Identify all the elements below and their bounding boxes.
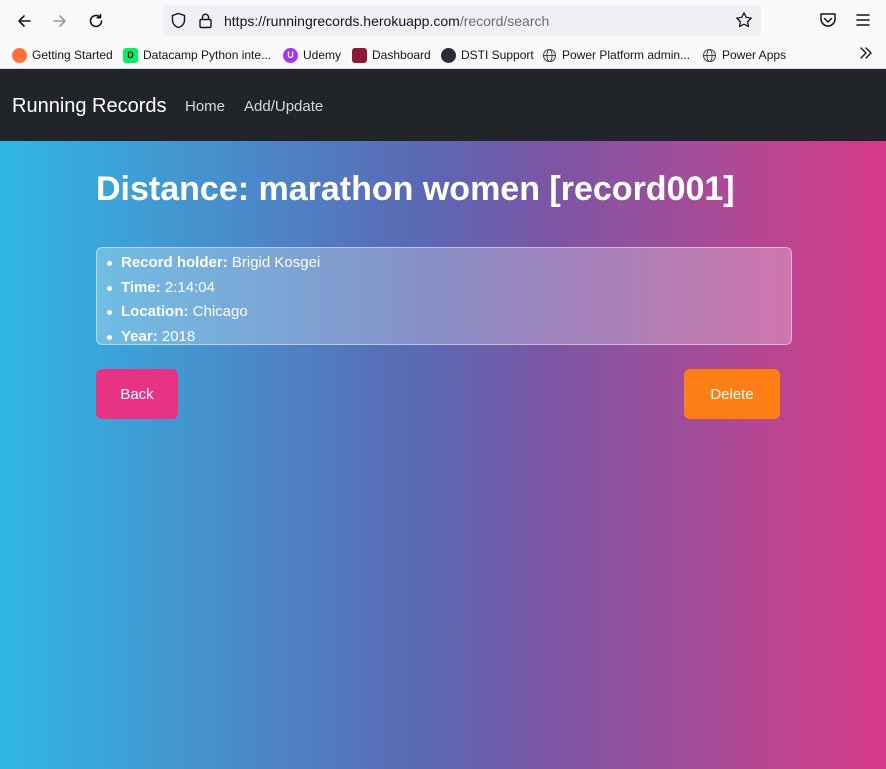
bookmark-label: Power Platform admin... (562, 48, 691, 62)
delete-button[interactable]: Delete (684, 369, 780, 419)
back-arrow-icon[interactable] (12, 9, 36, 33)
bookmark-power-apps[interactable]: Power Apps (702, 46, 786, 64)
bookmark-datacamp[interactable]: D Datacamp Python inte... (123, 46, 271, 64)
detail-value: 2:14:04 (164, 278, 215, 296)
bookmark-label: Udemy (303, 48, 342, 62)
nav-link-add-update[interactable]: Add/Update (244, 98, 323, 115)
pocket-icon[interactable] (818, 10, 838, 30)
record-details-list: Record holder: Brigid Kosgei Time: 2:14:… (97, 248, 791, 349)
main-content: Distance: marathon women [record001] Rec… (0, 141, 886, 769)
page-title: Distance: marathon women [record001] (96, 170, 735, 208)
lock-icon[interactable] (197, 12, 214, 29)
record-details-card: Record holder: Brigid Kosgei Time: 2:14:… (96, 247, 792, 345)
detail-value: 2018 (161, 327, 196, 345)
detail-label: Record holder: (121, 254, 228, 271)
globe-icon (702, 48, 717, 62)
browser-toolbar: https://runningrecords.herokuapp.com/rec… (0, 0, 886, 41)
forward-arrow-icon[interactable] (48, 9, 72, 33)
url-text: https://runningrecords.herokuapp.com/rec… (224, 13, 549, 29)
bookmark-dashboard[interactable]: Dashboard (352, 46, 431, 64)
detail-time: Time: 2:14:04 (107, 276, 791, 301)
detail-label: Year: (121, 327, 158, 345)
udemy-icon: U (283, 47, 298, 63)
bookmark-label: Dashboard (372, 48, 431, 62)
bookmark-label: Getting Started (32, 48, 113, 62)
reload-icon[interactable] (84, 9, 108, 33)
bookmark-star-icon[interactable] (735, 11, 753, 29)
detail-value: Chicago (192, 303, 248, 320)
bookmark-dsti-support[interactable]: DSTI Support (441, 46, 534, 64)
nav-link-home[interactable]: Home (185, 98, 225, 115)
dsti-icon (441, 47, 456, 63)
shield-icon[interactable] (170, 12, 187, 29)
detail-label: Time: (121, 278, 161, 296)
bookmarks-bar: Getting Started D Datacamp Python inte..… (0, 41, 886, 69)
globe-icon (542, 48, 557, 62)
app-navbar: Running Records Home Add/Update (0, 69, 886, 141)
detail-label: Location: (121, 303, 189, 320)
bookmark-getting-started[interactable]: Getting Started (12, 46, 113, 64)
back-button[interactable]: Back (96, 369, 178, 419)
bookmark-udemy[interactable]: U Udemy (283, 46, 341, 64)
detail-location: Location: Chicago (107, 300, 791, 325)
address-bar[interactable]: https://runningrecords.herokuapp.com/rec… (163, 5, 761, 36)
bookmark-label: DSTI Support (461, 48, 534, 62)
datacamp-icon: D (123, 47, 138, 63)
menu-icon[interactable] (853, 10, 873, 30)
detail-value: Brigid Kosgei (231, 254, 321, 271)
brand-link[interactable]: Running Records (12, 95, 167, 118)
dashboard-icon (352, 47, 367, 63)
bookmark-label: Datacamp Python inte... (143, 48, 272, 62)
firefox-icon (12, 47, 27, 63)
bookmark-label: Power Apps (722, 48, 787, 62)
url-path: /record/search (459, 13, 550, 29)
detail-record-holder: Record holder: Brigid Kosgei (107, 251, 791, 276)
detail-year: Year: 2018 (107, 325, 791, 350)
url-host: https://runningrecords.herokuapp.com (224, 13, 460, 29)
bookmark-power-platform[interactable]: Power Platform admin... (542, 46, 690, 64)
chevron-double-right-icon[interactable] (858, 45, 874, 61)
